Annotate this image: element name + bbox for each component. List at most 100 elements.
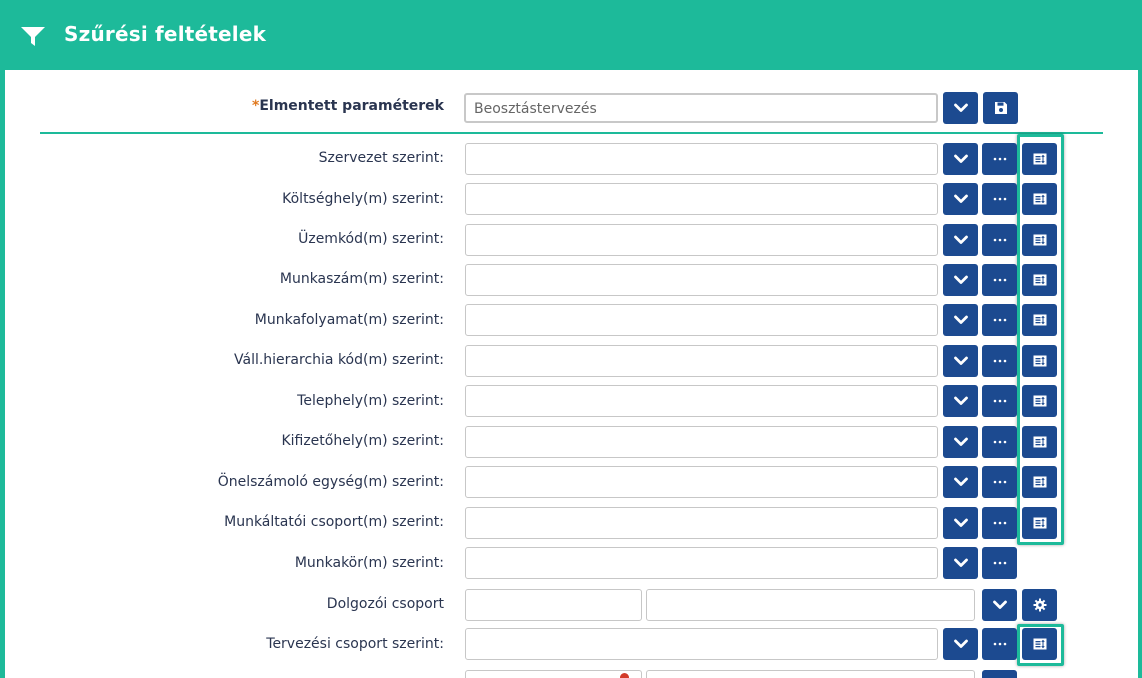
row-list-uzemkod[interactable] xyxy=(1022,224,1057,256)
ellipsis-icon xyxy=(993,238,1006,242)
row-dropdown-munkafolyamat[interactable] xyxy=(943,304,978,336)
row-more-koltseghely[interactable] xyxy=(982,183,1017,215)
ellipsis-icon xyxy=(993,480,1006,484)
saved-params-label: *Elmentett paraméterek xyxy=(0,98,444,114)
ellipsis-icon xyxy=(993,318,1006,322)
row-more-uzemkod[interactable] xyxy=(982,224,1017,256)
ellipsis-icon xyxy=(993,157,1006,161)
row-input-onelszamolo[interactable] xyxy=(465,466,938,498)
row-more-munkaltatoi[interactable] xyxy=(982,507,1017,539)
row-more-tervezesi-csoport[interactable] xyxy=(982,628,1017,660)
row-list-telephely[interactable] xyxy=(1022,385,1057,417)
row-input-kifizetohely[interactable] xyxy=(465,426,938,458)
row-dropdown-telephely[interactable] xyxy=(943,385,978,417)
row-input-tervezesi-csoport[interactable] xyxy=(465,628,938,660)
chevron-down-icon xyxy=(953,477,968,486)
row-list-onelszamolo[interactable] xyxy=(1022,466,1057,498)
ellipsis-icon xyxy=(993,521,1006,525)
row-more-telephely[interactable] xyxy=(982,385,1017,417)
row-dropdown-partial[interactable] xyxy=(982,670,1017,678)
saved-params-label-text: Elmentett paraméterek xyxy=(259,98,444,114)
row-label-munkaltatoi: Munkáltatói csoport(m) szerint: xyxy=(224,514,444,530)
ellipsis-icon xyxy=(993,642,1006,646)
row-input-koltseghely[interactable] xyxy=(465,183,938,215)
gear-icon xyxy=(1033,598,1046,612)
row-dropdown-munkaszam[interactable] xyxy=(943,264,978,296)
row-settings-dolgozoi-csoport[interactable] xyxy=(1022,589,1057,621)
row-dropdown-munkaltatoi[interactable] xyxy=(943,507,978,539)
row-input-partial-name[interactable] xyxy=(646,670,975,678)
row-input-dolgozoi-csoport-code[interactable] xyxy=(465,589,642,621)
row-input-uzemkod[interactable] xyxy=(465,224,938,256)
row-dropdown-kifizetohely[interactable] xyxy=(943,426,978,458)
row-dropdown-vall-hierarchia[interactable] xyxy=(943,345,978,377)
chevron-down-icon xyxy=(953,235,968,244)
row-input-munkakor[interactable] xyxy=(465,547,938,579)
row-more-onelszamolo[interactable] xyxy=(982,466,1017,498)
row-input-szervezet[interactable] xyxy=(465,143,938,175)
row-more-vall-hierarchia[interactable] xyxy=(982,345,1017,377)
row-input-partial-code[interactable] xyxy=(465,670,642,678)
row-dropdown-onelszamolo[interactable] xyxy=(943,466,978,498)
row-more-munkaszam[interactable] xyxy=(982,264,1017,296)
section-divider xyxy=(40,132,1103,134)
row-input-telephely[interactable] xyxy=(465,385,938,417)
row-dropdown-tervezesi-csoport[interactable] xyxy=(943,628,978,660)
chevron-down-icon xyxy=(953,396,968,405)
row-dropdown-munkakor[interactable] xyxy=(943,547,978,579)
list-detail-icon xyxy=(1033,476,1046,488)
chevron-down-icon xyxy=(953,518,968,527)
list-detail-icon xyxy=(1033,517,1046,529)
panel-title: Szűrési feltételek xyxy=(64,22,267,46)
chevron-down-icon xyxy=(953,154,968,163)
row-label-onelszamolo: Önelszámoló egység(m) szerint: xyxy=(217,474,444,490)
row-input-munkaltatoi[interactable] xyxy=(465,507,938,539)
row-label-szervezet: Szervezet szerint: xyxy=(318,150,444,166)
row-label-munkaszam: Munkaszám(m) szerint: xyxy=(279,271,444,287)
row-list-munkaszam[interactable] xyxy=(1022,264,1057,296)
row-dropdown-uzemkod[interactable] xyxy=(943,224,978,256)
chevron-down-icon xyxy=(953,558,968,567)
row-list-kifizetohely[interactable] xyxy=(1022,426,1057,458)
list-detail-icon xyxy=(1033,274,1046,286)
row-label-kifizetohely: Kifizetőhely(m) szerint: xyxy=(281,433,444,449)
list-detail-icon xyxy=(1033,234,1046,246)
row-label-uzemkod: Üzemkód(m) szerint: xyxy=(298,231,444,247)
filter-icon xyxy=(21,27,45,46)
saved-params-input[interactable]: Beosztástervezés xyxy=(464,93,938,123)
row-dropdown-szervezet[interactable] xyxy=(943,143,978,175)
chevron-down-icon xyxy=(953,437,968,446)
row-more-munkafolyamat[interactable] xyxy=(982,304,1017,336)
row-more-munkakor[interactable] xyxy=(982,547,1017,579)
chevron-down-icon xyxy=(953,639,968,648)
save-params-button[interactable] xyxy=(983,92,1018,124)
ellipsis-icon xyxy=(993,399,1006,403)
list-detail-icon xyxy=(1033,153,1046,165)
list-detail-icon xyxy=(1033,395,1046,407)
chevron-down-icon xyxy=(953,103,968,112)
row-list-munkafolyamat[interactable] xyxy=(1022,304,1057,336)
row-input-munkaszam[interactable] xyxy=(465,264,938,296)
row-list-munkaltatoi[interactable] xyxy=(1022,507,1057,539)
ellipsis-icon xyxy=(993,561,1006,565)
row-input-munkafolyamat[interactable] xyxy=(465,304,938,336)
saved-params-dropdown-button[interactable] xyxy=(943,92,978,124)
list-detail-icon xyxy=(1033,355,1046,367)
row-more-szervezet[interactable] xyxy=(982,143,1017,175)
floppy-icon xyxy=(994,102,1007,114)
row-list-vall-hierarchia[interactable] xyxy=(1022,345,1057,377)
row-list-koltseghely[interactable] xyxy=(1022,183,1057,215)
list-detail-icon xyxy=(1033,314,1046,326)
row-input-dolgozoi-csoport-name[interactable] xyxy=(646,589,975,621)
chevron-down-icon xyxy=(992,600,1007,609)
ellipsis-icon xyxy=(993,197,1006,201)
row-list-tervezesi-csoport[interactable] xyxy=(1022,628,1057,660)
row-input-vall-hierarchia[interactable] xyxy=(465,345,938,377)
row-dropdown-koltseghely[interactable] xyxy=(943,183,978,215)
row-list-szervezet[interactable] xyxy=(1022,143,1057,175)
list-detail-icon xyxy=(1033,638,1046,650)
row-more-kifizetohely[interactable] xyxy=(982,426,1017,458)
panel-header: Szűrési feltételek xyxy=(0,0,1142,70)
chevron-down-icon xyxy=(953,315,968,324)
row-dropdown-dolgozoi-csoport[interactable] xyxy=(982,589,1017,621)
